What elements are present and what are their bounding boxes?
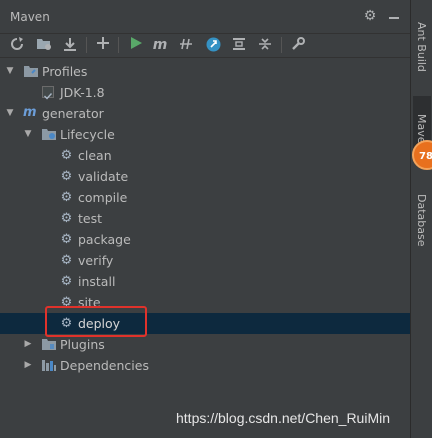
watermark: https://blog.csdn.net/Chen_RuiMin: [176, 410, 391, 426]
tree-node-label: Dependencies: [60, 358, 149, 373]
goal-label: clean: [78, 148, 112, 163]
tree-node-plugins[interactable]: ▶ Plugins: [0, 334, 410, 355]
goal-label: test: [78, 211, 103, 226]
deploy-highlight-box: [45, 306, 147, 337]
gear-icon: ⚙: [60, 190, 73, 205]
right-tool-strip: Ant Build Maven Database: [410, 0, 432, 438]
lifecycle-goal-validate[interactable]: ⚙ validate: [0, 166, 410, 187]
collapsed-arrow-icon[interactable]: ▶: [23, 355, 33, 376]
tree-node-profiles[interactable]: ▼ Profiles: [0, 61, 410, 82]
gear-icon: ⚙: [60, 169, 73, 184]
tree-node-dependencies[interactable]: ▶ Dependencies: [0, 355, 410, 376]
minimize-icon[interactable]: [386, 8, 402, 24]
expanded-arrow-icon[interactable]: ▼: [23, 124, 33, 145]
gear-icon: ⚙: [60, 148, 73, 163]
lifecycle-goal-clean[interactable]: ⚙ clean: [0, 145, 410, 166]
tree-node-profile-jdk[interactable]: JDK-1.8: [0, 82, 410, 103]
lifecycle-goal-compile[interactable]: ⚙ compile: [0, 187, 410, 208]
toolbar-separator: [281, 37, 282, 53]
gear-icon[interactable]: ⚙: [362, 8, 378, 24]
goal-label: verify: [78, 253, 114, 268]
expanded-arrow-icon[interactable]: ▼: [5, 103, 15, 124]
toolbar-separator: [118, 37, 119, 53]
gear-icon: ⚙: [60, 211, 73, 226]
goal-label: validate: [78, 169, 129, 184]
tree-node-generator[interactable]: ▼ m generator: [0, 103, 410, 124]
tree-node-label: Plugins: [60, 337, 105, 352]
gear-icon: ⚙: [60, 232, 73, 247]
reload-icon[interactable]: [8, 37, 26, 53]
lifecycle-goal-package[interactable]: ⚙ package: [0, 229, 410, 250]
toggle-offline-icon[interactable]: [177, 37, 195, 53]
generate-sources-icon[interactable]: [35, 37, 53, 53]
profile-checkbox[interactable]: [42, 86, 54, 100]
lifecycle-goal-install[interactable]: ⚙ install: [0, 271, 410, 292]
lifecycle-folder-icon: [41, 127, 56, 142]
database-tab-label: Database: [415, 194, 428, 247]
maven-module-icon: m: [23, 105, 37, 120]
goal-label: compile: [78, 190, 128, 205]
tool-window-title: Maven: [10, 10, 50, 24]
skip-tests-icon[interactable]: [204, 37, 222, 53]
collapse-all-icon[interactable]: [256, 37, 274, 53]
download-icon[interactable]: [61, 37, 79, 53]
maven-tool-window: Maven ⚙ m ▼ Profiles JDK-1.8 ▼ m generat…: [0, 0, 410, 438]
goal-label: install: [78, 274, 116, 289]
settings-wrench-icon[interactable]: [289, 37, 307, 53]
tree-node-label: JDK-1.8: [60, 85, 105, 100]
profiles-folder-icon: [23, 64, 38, 79]
execute-goal-icon[interactable]: m: [151, 37, 169, 53]
tree-node-label: Profiles: [42, 64, 88, 79]
collapsed-arrow-icon[interactable]: ▶: [23, 334, 33, 355]
toolbar-separator: [86, 37, 87, 53]
gear-icon: ⚙: [60, 253, 73, 268]
goal-label: package: [78, 232, 131, 247]
tree-node-label: Lifecycle: [60, 127, 115, 142]
maven-toolbar: m: [0, 33, 410, 58]
show-dependencies-icon[interactable]: [230, 37, 248, 53]
dependencies-icon: [41, 358, 56, 373]
gear-icon: ⚙: [60, 274, 73, 289]
lifecycle-goal-test[interactable]: ⚙ test: [0, 208, 410, 229]
add-icon[interactable]: [94, 37, 112, 53]
plugins-folder-icon: [41, 337, 56, 352]
lifecycle-goal-verify[interactable]: ⚙ verify: [0, 250, 410, 271]
ant-build-tab-label: Ant Build: [415, 22, 428, 72]
expanded-arrow-icon[interactable]: ▼: [5, 61, 15, 82]
tool-window-header: Maven ⚙: [0, 0, 410, 34]
database-tab[interactable]: Database: [413, 176, 431, 256]
ant-build-tab[interactable]: Ant Build: [413, 4, 431, 88]
tree-node-label: generator: [42, 106, 104, 121]
run-icon[interactable]: [127, 37, 145, 53]
tree-node-lifecycle[interactable]: ▼ Lifecycle: [0, 124, 410, 145]
